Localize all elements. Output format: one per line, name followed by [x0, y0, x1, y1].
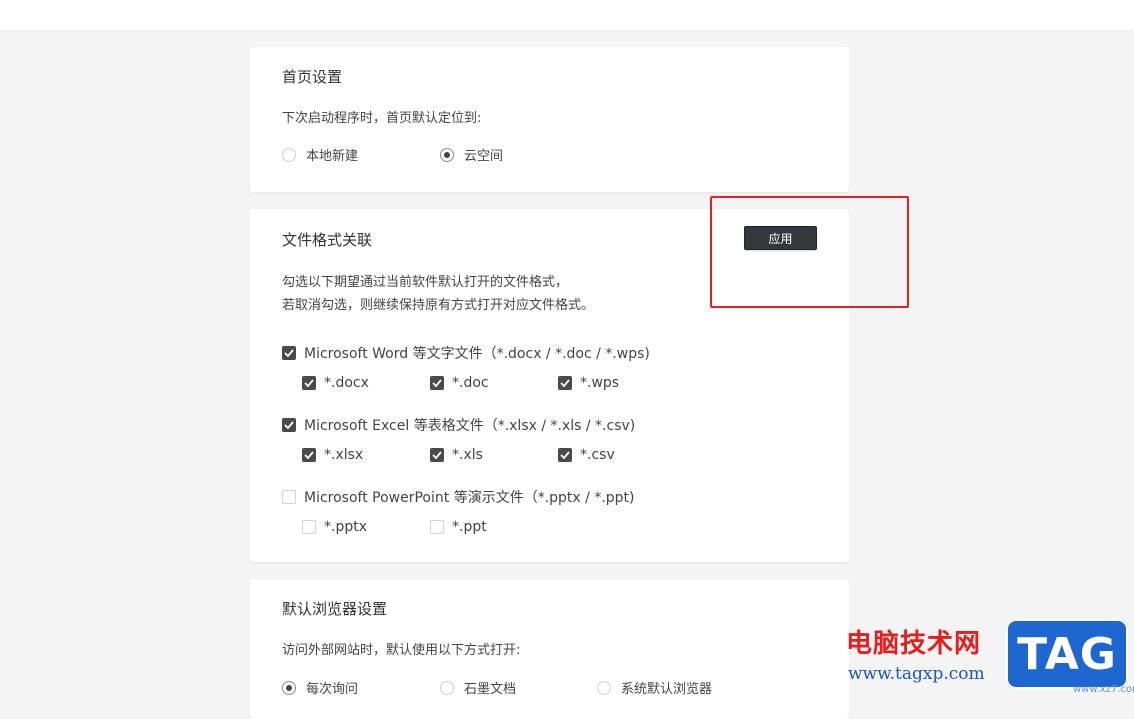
- checkbox-excel-group[interactable]: Microsoft Excel 等表格文件（*.xlsx / *.xls / *…: [282, 415, 635, 435]
- checkbox-checked-icon: [430, 376, 444, 390]
- radio-label: 石墨文档: [464, 682, 517, 697]
- radio-ask-every-time[interactable]: 每次询问: [282, 678, 358, 697]
- checkbox-checked-icon: [558, 376, 572, 390]
- highlight-annotation-box: [710, 196, 909, 308]
- checkbox-checked-icon: [282, 418, 296, 432]
- checkbox-unchecked-icon: [302, 520, 316, 534]
- checkbox-ppt[interactable]: *.ppt: [430, 519, 487, 535]
- watermark-logo-text: TAG: [1017, 628, 1117, 680]
- checkbox-label: *.pptx: [324, 519, 367, 535]
- radio-circle-icon: [597, 680, 611, 695]
- checkbox-label: *.ppt: [452, 519, 487, 535]
- checkbox-docx[interactable]: *.docx: [302, 375, 369, 391]
- radio-label: 系统默认浏览器: [621, 682, 713, 697]
- checkbox-label: *.xls: [452, 447, 483, 463]
- checkbox-label: Microsoft Excel 等表格文件（*.xlsx / *.xls / *…: [304, 418, 636, 434]
- checkbox-checked-icon: [558, 448, 572, 462]
- checkbox-unchecked-icon: [430, 520, 444, 534]
- radio-selected-icon: [282, 680, 296, 695]
- radio-system-default-browser[interactable]: 系统默认浏览器: [597, 678, 712, 697]
- radio-circle-icon: [282, 147, 296, 162]
- checkbox-xlsx[interactable]: *.xlsx: [302, 447, 363, 463]
- checkbox-powerpoint-group[interactable]: Microsoft PowerPoint 等演示文件（*.pptx / *.pp…: [282, 487, 635, 507]
- checkbox-checked-icon: [302, 448, 316, 462]
- file-association-desc-line2: 若取消勾选，则继续保持原有方式打开对应文件格式。: [282, 298, 595, 313]
- checkbox-checked-icon: [430, 448, 444, 462]
- homepage-settings-title: 首页设置: [282, 68, 343, 86]
- top-bar: [0, 0, 1134, 30]
- checkbox-pptx[interactable]: *.pptx: [302, 519, 367, 535]
- checkbox-wps[interactable]: *.wps: [558, 375, 619, 391]
- checkbox-doc[interactable]: *.doc: [430, 375, 489, 391]
- checkbox-checked-icon: [282, 346, 296, 360]
- checkbox-word-group[interactable]: Microsoft Word 等文字文件（*.docx / *.doc / *.…: [282, 343, 650, 363]
- watermark-small-url: www.xz7.com: [1073, 684, 1134, 695]
- radio-label: 本地新建: [306, 149, 359, 164]
- file-association-title: 文件格式关联: [282, 231, 373, 249]
- browser-settings-desc: 访问外部网站时，默认使用以下方式打开:: [282, 643, 521, 658]
- browser-settings-card: 默认浏览器设置 访问外部网站时，默认使用以下方式打开: 每次询问 石墨文档 系统…: [250, 579, 849, 719]
- checkbox-label: *.xlsx: [324, 447, 364, 463]
- radio-circle-icon: [440, 680, 454, 695]
- watermark-tag-logo: TAG: [1006, 619, 1128, 689]
- checkbox-label: Microsoft Word 等文字文件（*.docx / *.doc / *.…: [304, 346, 650, 362]
- radio-label: 云空间: [464, 149, 504, 164]
- radio-label: 每次询问: [306, 682, 359, 697]
- checkbox-checked-icon: [302, 376, 316, 390]
- radio-cloud-space[interactable]: 云空间: [440, 145, 503, 164]
- file-association-desc-line1: 勾选以下期望通过当前软件默认打开的文件格式，: [282, 275, 569, 290]
- checkbox-unchecked-icon: [282, 490, 296, 504]
- watermark-site-name: 电脑技术网: [846, 629, 982, 659]
- radio-selected-icon: [440, 147, 454, 162]
- homepage-settings-desc: 下次启动程序时，首页默认定位到:: [282, 111, 482, 126]
- checkbox-label: *.doc: [452, 375, 489, 391]
- browser-settings-title: 默认浏览器设置: [282, 600, 388, 618]
- checkbox-label: *.docx: [324, 375, 369, 391]
- checkbox-label: Microsoft PowerPoint 等演示文件（*.pptx / *.pp…: [304, 490, 635, 506]
- checkbox-label: *.csv: [580, 447, 615, 463]
- checkbox-label: *.wps: [580, 375, 620, 391]
- checkbox-xls[interactable]: *.xls: [430, 447, 483, 463]
- checkbox-csv[interactable]: *.csv: [558, 447, 615, 463]
- radio-shimo-docs[interactable]: 石墨文档: [440, 678, 516, 697]
- radio-local-new[interactable]: 本地新建: [282, 145, 358, 164]
- homepage-settings-card: 首页设置 下次启动程序时，首页默认定位到: 本地新建 云空间: [250, 47, 849, 192]
- watermark-url: www.tagxp.com: [848, 664, 985, 684]
